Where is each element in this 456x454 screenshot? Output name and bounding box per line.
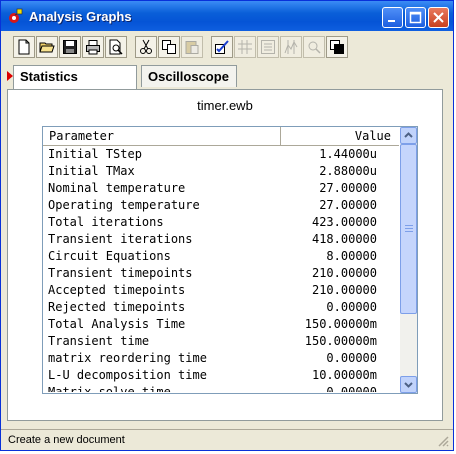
table-row[interactable]: Accepted timepoints 210.00000 — [43, 282, 399, 299]
value-cell: 0.00000 — [326, 300, 377, 314]
grid-icon[interactable] — [234, 36, 256, 58]
resize-grip-icon[interactable] — [437, 434, 449, 447]
open-folder-icon[interactable] — [36, 36, 58, 58]
parameter-cell: L-U decomposition time — [48, 368, 207, 382]
parameter-cell: Transient iterations — [48, 232, 193, 246]
app-icon — [8, 8, 24, 24]
parameter-cell: Initial TStep — [48, 147, 142, 161]
status-text: Create a new document — [8, 434, 125, 446]
value-cell: 423.00000 — [311, 215, 377, 229]
parameter-cell: Operating temperature — [48, 198, 200, 212]
value-cell: 2.88000u — [319, 164, 377, 178]
reverse-colors-icon[interactable] — [326, 36, 348, 58]
maximize-button[interactable] — [405, 7, 426, 28]
analysis-graphs-window: Analysis Graphs Statistics Oscilloscope … — [0, 0, 454, 451]
table-rows: Initial TStep 1.44000u Initial TMax 2.8800… — [43, 146, 399, 392]
tab-strip: Statistics [Analog] Oscilloscope — [7, 65, 447, 106]
table-row[interactable]: Matrix solve time 0.00000 — [43, 384, 399, 392]
value-cell: 210.00000 — [311, 266, 377, 280]
parameter-cell: Total Analysis Time — [48, 317, 186, 331]
close-button[interactable] — [428, 7, 449, 28]
table-row[interactable]: Initial TMax 2.88000u — [43, 163, 399, 180]
value-cell: 27.00000 — [319, 198, 377, 212]
parameter-cell: Matrix solve time — [48, 385, 171, 392]
scrollbar-thumb[interactable] — [400, 144, 417, 314]
table-row[interactable]: Nominal temperature 27.00000 — [43, 180, 399, 197]
toolbar — [7, 35, 449, 61]
new-document-icon[interactable] — [13, 36, 35, 58]
parameter-cell: Rejected timepoints — [48, 300, 186, 314]
table-row[interactable]: Rejected timepoints 0.00000 — [43, 299, 399, 316]
scroll-down-button[interactable] — [400, 376, 417, 393]
status-bar: Create a new document — [1, 429, 453, 450]
value-cell: 1.44000u — [319, 147, 377, 161]
table-row[interactable]: Operating temperature 27.00000 — [43, 197, 399, 214]
table-row[interactable]: Total iterations 423.00000 — [43, 214, 399, 231]
print-icon[interactable] — [82, 36, 104, 58]
title-bar[interactable]: Analysis Graphs — [1, 1, 453, 31]
value-cell: 0.00000 — [326, 385, 377, 392]
value-cell: 27.00000 — [319, 181, 377, 195]
table-header: Parameter Value — [43, 127, 399, 146]
table-row[interactable]: Initial TStep 1.44000u — [43, 146, 399, 163]
value-cell: 210.00000 — [311, 283, 377, 297]
cursors-icon[interactable] — [280, 36, 302, 58]
legend-icon[interactable] — [257, 36, 279, 58]
table-row[interactable]: L-U decomposition time 10.00000m — [43, 367, 399, 384]
table-row[interactable]: Transient iterations 418.00000 — [43, 231, 399, 248]
table-row[interactable]: Circuit Equations 8.00000 — [43, 248, 399, 265]
value-cell: 0.00000 — [326, 351, 377, 365]
table-row[interactable]: Total Analysis Time 150.00000m — [43, 316, 399, 333]
parameter-cell: Nominal temperature — [48, 181, 186, 195]
cut-icon[interactable] — [135, 36, 157, 58]
properties-icon[interactable] — [211, 36, 233, 58]
parameter-cell: Transient time — [48, 334, 150, 348]
circuit-filename: timer.ewb — [197, 98, 253, 113]
value-cell: 8.00000 — [326, 249, 377, 263]
minimize-button[interactable] — [382, 7, 403, 28]
zoom-icon[interactable] — [303, 36, 325, 58]
statistics-panel: timer.ewb Parameter Value Initial TStep 1… — [7, 89, 443, 421]
window-title: Analysis Graphs — [29, 9, 132, 24]
column-header-parameter[interactable]: Parameter — [43, 127, 281, 145]
tab-oscilloscope[interactable]: Oscilloscope — [141, 65, 237, 87]
table-row[interactable]: Transient timepoints 210.00000 — [43, 265, 399, 282]
parameter-cell: Total iterations — [48, 215, 164, 229]
copy-icon[interactable] — [158, 36, 180, 58]
table-row[interactable]: Transient time 150.00000m — [43, 333, 399, 350]
value-cell: 10.00000m — [311, 368, 377, 382]
tab-statistics-analog[interactable]: Statistics [Analog] — [13, 65, 137, 106]
statistics-table: Parameter Value Initial TStep 1.44000u In… — [42, 126, 418, 394]
parameter-cell: Initial TMax — [48, 164, 135, 178]
print-preview-icon[interactable] — [105, 36, 127, 58]
value-cell: 150.00000m — [304, 334, 377, 348]
scroll-up-button[interactable] — [400, 127, 417, 144]
parameter-cell: Accepted timepoints — [48, 283, 186, 297]
value-cell: 150.00000m — [304, 317, 377, 331]
parameter-cell: matrix reordering time — [48, 351, 207, 365]
parameter-cell: Transient timepoints — [48, 266, 193, 280]
vertical-scrollbar[interactable] — [400, 127, 417, 393]
table-row[interactable]: matrix reordering time 0.00000 — [43, 350, 399, 367]
value-cell: 418.00000 — [311, 232, 377, 246]
paste-icon[interactable] — [181, 36, 203, 58]
save-icon[interactable] — [59, 36, 81, 58]
column-header-value[interactable]: Value — [281, 127, 399, 145]
parameter-cell: Circuit Equations — [48, 249, 171, 263]
